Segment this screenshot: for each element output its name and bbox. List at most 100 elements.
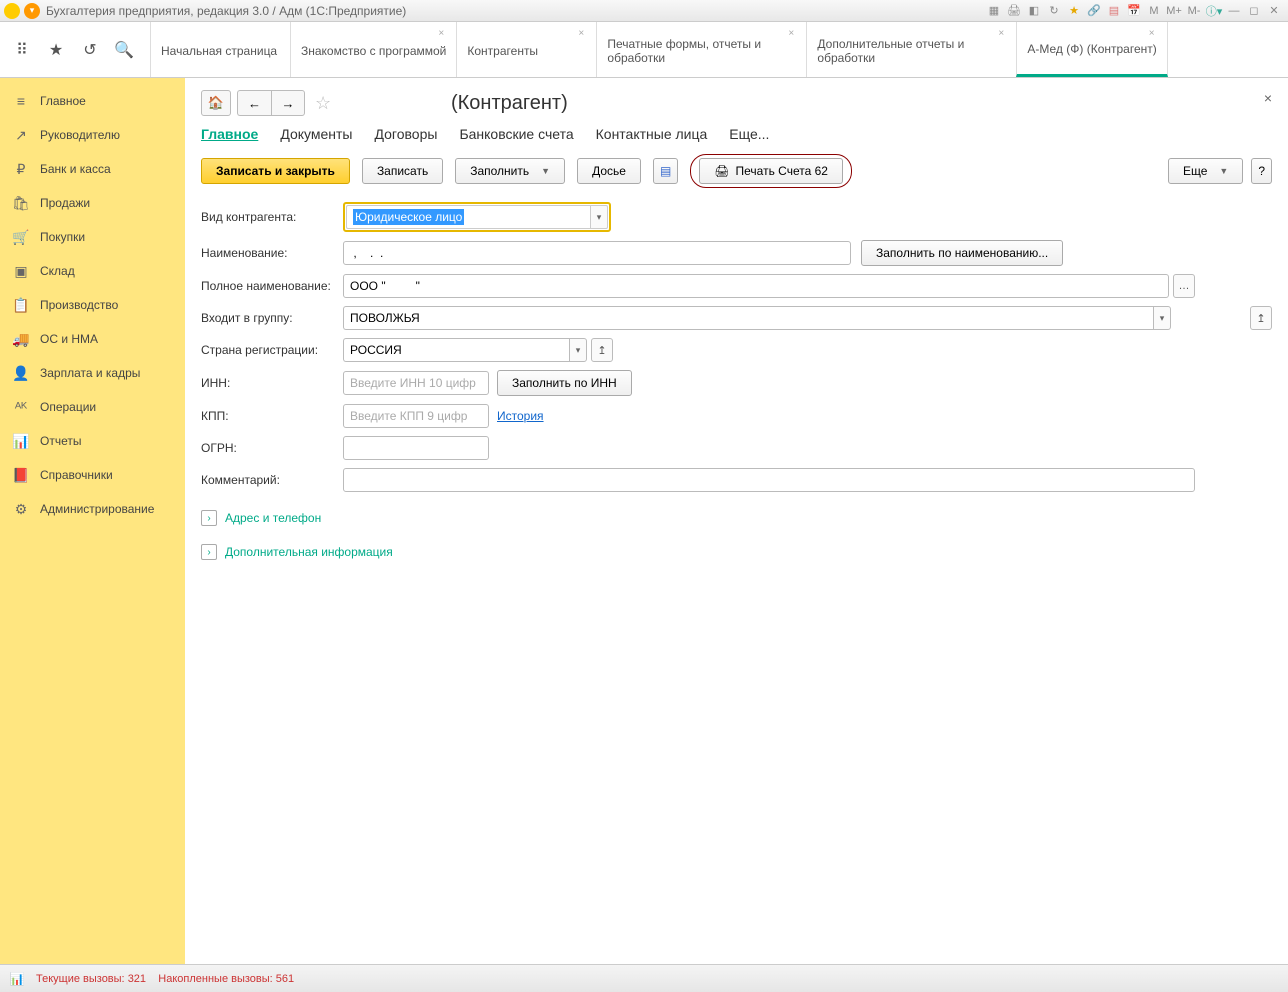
more-button[interactable]: Еще▼: [1168, 158, 1243, 184]
dropdown-toggle[interactable]: ▾: [590, 205, 608, 229]
sidebar-item-purchases[interactable]: 🛒Покупки: [0, 220, 185, 254]
button-label: ?: [1258, 164, 1265, 178]
country-input[interactable]: [343, 338, 569, 362]
fill-by-inn-button[interactable]: Заполнить по ИНН: [497, 370, 632, 396]
group-input[interactable]: [343, 306, 1153, 330]
history-icon[interactable]: ↺: [80, 40, 100, 60]
name-input[interactable]: [343, 241, 851, 265]
home-button[interactable]: 🏠: [201, 90, 231, 116]
tab-counterparties[interactable]: ×Контрагенты: [456, 22, 596, 77]
tab-close-icon[interactable]: ×: [1149, 28, 1161, 40]
ogrn-input[interactable]: [343, 436, 489, 460]
tab-intro[interactable]: ×Знакомство с программой: [290, 22, 456, 77]
tab-close-icon[interactable]: ×: [788, 28, 800, 40]
star-outline-icon[interactable]: ☆: [315, 93, 335, 113]
minimize-icon[interactable]: —: [1226, 3, 1242, 19]
sidebar-item-bank[interactable]: ₽Банк и касса: [0, 152, 185, 186]
mminus-icon[interactable]: M-: [1186, 3, 1202, 19]
save-and-close-button[interactable]: Записать и закрыть: [201, 158, 350, 184]
expand-toggle[interactable]: ›: [201, 544, 217, 560]
sidebar-item-admin[interactable]: ⚙Администрирование: [0, 492, 185, 526]
sidebar-item-manager[interactable]: ↗Руководителю: [0, 118, 185, 152]
list-view-button[interactable]: ▤: [653, 158, 678, 184]
sidebar-item-refs[interactable]: 📕Справочники: [0, 458, 185, 492]
comment-input[interactable]: [343, 468, 1195, 492]
ellipsis-button[interactable]: …: [1173, 274, 1195, 298]
expand-toggle[interactable]: ›: [201, 510, 217, 526]
close-window-icon[interactable]: ✕: [1266, 3, 1282, 19]
dropdown-toggle[interactable]: ▾: [1153, 306, 1171, 330]
sidebar-item-production[interactable]: 📋Производство: [0, 288, 185, 322]
fullname-input[interactable]: [343, 274, 1169, 298]
subnav-bank-accounts[interactable]: Банковские счета: [459, 126, 573, 142]
maximize-icon[interactable]: ◻: [1246, 3, 1262, 19]
print-account-button[interactable]: 🖨Печать Счета 62: [699, 158, 843, 184]
info-icon[interactable]: ⓘ▾: [1206, 3, 1222, 19]
fill-by-name-button[interactable]: Заполнить по наименованию...: [861, 240, 1063, 266]
dropdown-toggle[interactable]: ▾: [569, 338, 587, 362]
status-acc-value: 561: [276, 973, 294, 985]
compare-icon[interactable]: ◧: [1026, 3, 1042, 19]
close-form-icon[interactable]: ×: [1264, 90, 1272, 106]
expander-label[interactable]: Дополнительная информация: [225, 545, 393, 559]
search-icon[interactable]: 🔍: [114, 40, 134, 60]
apps-icon[interactable]: ⠿: [12, 40, 32, 60]
tab-counterparty[interactable]: ×А-Мед (Ф) (Контрагент): [1016, 22, 1167, 77]
production-icon: 📋: [12, 296, 30, 314]
sidebar-item-hr[interactable]: 👤Зарплата и кадры: [0, 356, 185, 390]
subnav-main[interactable]: Главное: [201, 126, 258, 142]
tab-close-icon[interactable]: ×: [998, 28, 1010, 40]
mplus-icon[interactable]: M+: [1166, 3, 1182, 19]
back-button[interactable]: ←: [237, 90, 271, 116]
open-button[interactable]: ↥: [1250, 306, 1272, 330]
status-text: Текущие вызовы: 321 Накопленные вызовы: …: [36, 973, 294, 985]
star-icon[interactable]: ★: [1066, 3, 1082, 19]
status-icon: 📊: [8, 970, 26, 988]
tab-extra-reports[interactable]: ×Дополнительные отчеты и обработки: [806, 22, 1016, 77]
button-label: Записать: [377, 164, 428, 178]
label-kpp: КПП:: [201, 409, 343, 423]
link-icon[interactable]: 🔗: [1086, 3, 1102, 19]
subnav-contracts[interactable]: Договоры: [375, 126, 438, 142]
warehouse-icon: ▣: [12, 262, 30, 280]
subnav-documents[interactable]: Документы: [280, 126, 352, 142]
help-button[interactable]: ?: [1251, 158, 1272, 184]
person-icon: 👤: [12, 364, 30, 382]
calc-icon[interactable]: ▤: [1106, 3, 1122, 19]
sidebar-item-assets[interactable]: 🚚ОС и НМА: [0, 322, 185, 356]
open-button[interactable]: ↥: [591, 338, 613, 362]
favorite-icon[interactable]: ★: [46, 40, 66, 60]
tab-close-icon[interactable]: ×: [578, 28, 590, 40]
forward-button[interactable]: →: [271, 90, 305, 116]
sidebar-label: Склад: [40, 264, 75, 278]
statusbar: 📊 Текущие вызовы: 321 Накопленные вызовы…: [0, 964, 1288, 992]
history-link[interactable]: История: [497, 409, 544, 423]
label-kind: Вид контрагента:: [201, 210, 343, 224]
form: Вид контрагента: Юридическое лицо ▾ Наим…: [201, 202, 1272, 560]
m-icon[interactable]: M: [1146, 3, 1162, 19]
sidebar-item-operations[interactable]: ᴬᴷОперации: [0, 390, 185, 424]
refresh-icon[interactable]: ↻: [1046, 3, 1062, 19]
subnav-contacts[interactable]: Контактные лица: [596, 126, 708, 142]
dropdown-icon[interactable]: ▾: [24, 3, 40, 19]
sidebar-item-warehouse[interactable]: ▣ Склад: [0, 254, 185, 288]
subnav-more[interactable]: Еще...: [729, 126, 769, 142]
sidebar-item-sales[interactable]: 🛍Продажи: [0, 186, 185, 220]
book-icon: 📕: [12, 466, 30, 484]
tab-close-icon[interactable]: ×: [438, 28, 450, 40]
tool-icon-1[interactable]: ▦: [986, 3, 1002, 19]
inn-input[interactable]: [343, 371, 489, 395]
calendar-icon[interactable]: 📅: [1126, 3, 1142, 19]
fill-button[interactable]: Заполнить▼: [455, 158, 565, 184]
kpp-input[interactable]: [343, 404, 489, 428]
save-button[interactable]: Записать: [362, 158, 443, 184]
kind-select[interactable]: Юридическое лицо: [346, 205, 590, 229]
sidebar-item-reports[interactable]: 📊Отчеты: [0, 424, 185, 458]
tab-print-forms[interactable]: ×Печатные формы, отчеты и обработки: [596, 22, 806, 77]
expander-label[interactable]: Адрес и телефон: [225, 511, 321, 525]
dossier-button[interactable]: Досье: [577, 158, 641, 184]
print-icon[interactable]: 🖨: [1006, 3, 1022, 19]
tab-home[interactable]: Начальная страница: [150, 22, 290, 77]
sidebar-item-main[interactable]: ≡Главное: [0, 84, 185, 118]
status-curr-label: Текущие вызовы:: [36, 973, 125, 985]
